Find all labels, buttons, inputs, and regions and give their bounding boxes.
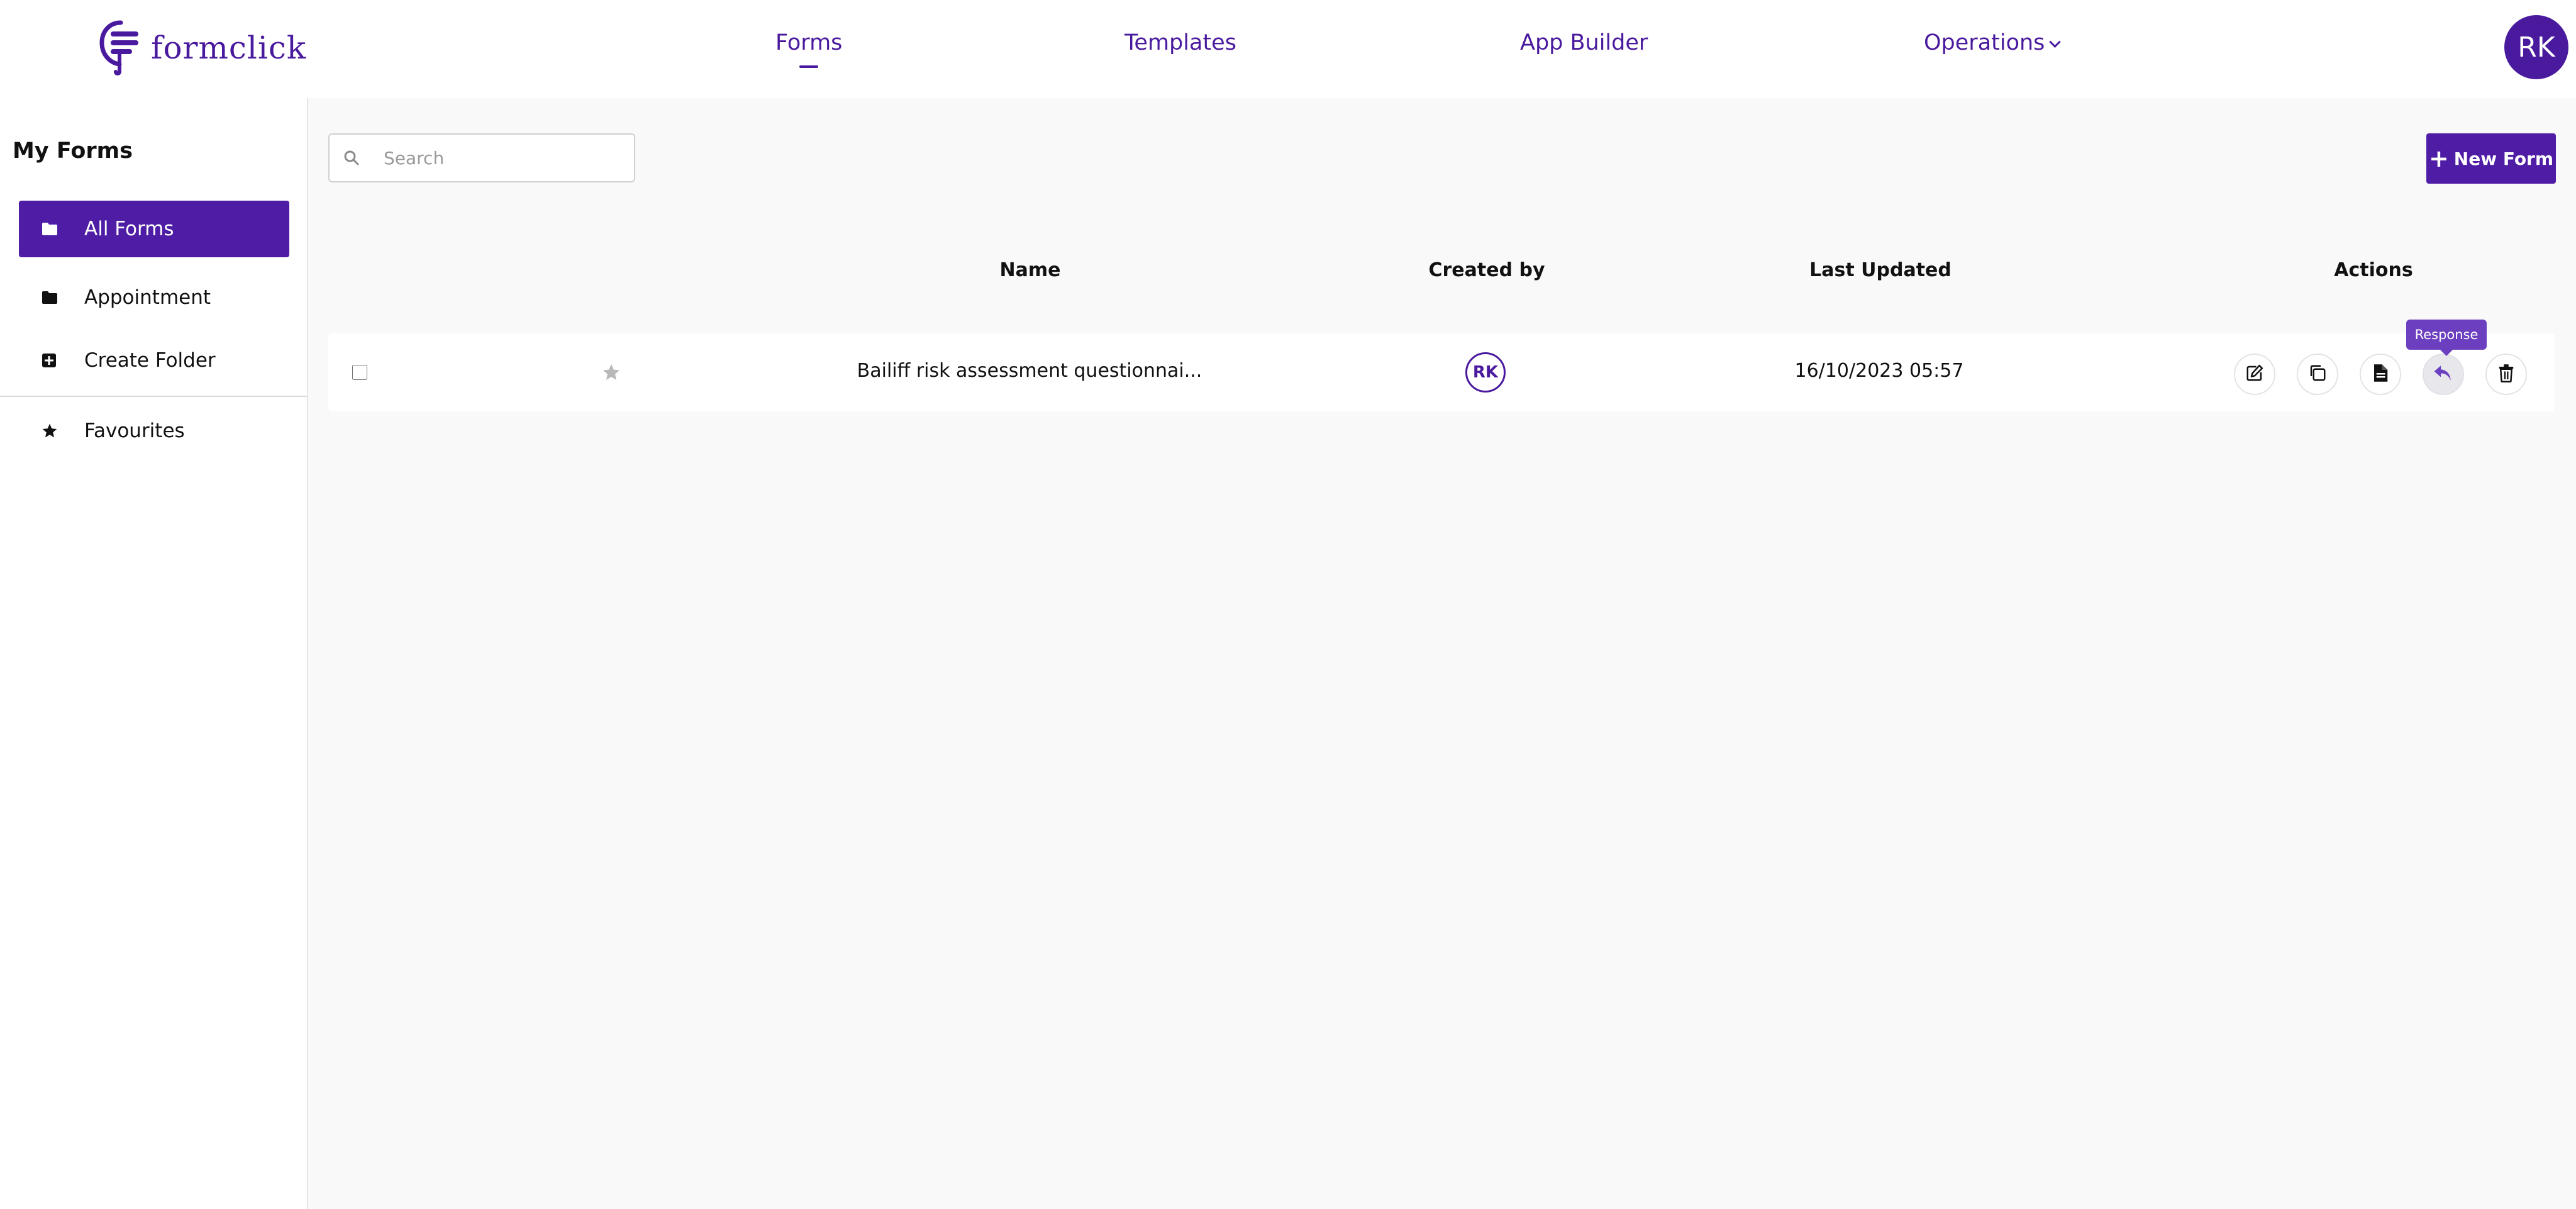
favourite-star-icon[interactable] [599,360,624,385]
edit-button[interactable] [2234,354,2275,395]
column-header-name: Name [999,259,1061,281]
folder-icon [42,222,79,236]
nav-templates[interactable]: Templates [1124,30,1236,65]
sidebar-item-favourites[interactable]: Favourites [19,403,289,459]
copy-icon [2308,364,2327,385]
column-header-last-updated: Last Updated [1809,259,1951,281]
folder-icon [42,291,79,304]
plus-icon: + [2428,145,2449,172]
nav-forms[interactable]: Forms [775,30,842,65]
column-header-actions: Actions [2334,259,2413,281]
delete-button[interactable] [2485,354,2527,395]
trash-icon [2497,364,2515,385]
new-form-button[interactable]: + New Form [2426,133,2556,184]
nav-operations[interactable]: Operations [1924,30,2062,65]
document-button[interactable] [2360,354,2401,395]
sidebar-item-label: Create Folder [84,349,216,372]
sidebar-item-appointment[interactable]: Appointment [19,269,289,326]
plus-square-icon [42,353,79,368]
row-checkbox[interactable] [352,365,367,380]
search-box[interactable] [328,133,635,182]
form-name[interactable]: Bailiff risk assessment questionnai... [857,360,1202,382]
last-updated-value: 16/10/2023 05:57 [1794,360,1964,382]
sidebar: My Forms All Forms Appointment Create Fo… [0,98,308,1209]
star-icon [42,423,79,439]
chevron-down-icon [2049,36,2062,48]
sidebar-title: My Forms [13,138,133,164]
reply-icon [2433,364,2454,385]
sidebar-item-label: Favourites [84,420,185,442]
nav-operations-label: Operations [1924,30,2045,55]
column-header-created-by: Created by [1428,259,1545,281]
search-input[interactable] [382,147,624,169]
table-row[interactable]: Bailiff risk assessment questionnai... R… [328,333,2555,411]
formclick-logo-icon [99,20,138,75]
user-avatar[interactable]: RK [2504,15,2568,79]
logo[interactable]: formclick [97,18,306,78]
sidebar-item-create-folder[interactable]: Create Folder [19,332,289,389]
search-icon [343,150,369,166]
new-form-label: New Form [2453,148,2554,169]
top-header: formclick Forms Templates App Builder Op… [0,0,2576,98]
creator-avatar: RK [1465,352,1506,393]
response-button[interactable] [2423,354,2464,395]
sidebar-divider [0,396,307,397]
sidebar-item-label: All Forms [84,218,174,240]
edit-icon [2245,364,2264,385]
sidebar-item-label: Appointment [84,286,211,309]
nav-app-builder[interactable]: App Builder [1520,30,1648,65]
main-content: + New Form Name Created by Last Updated … [308,98,2576,1209]
response-tooltip: Response [2406,320,2487,350]
logo-text: formclick [151,30,307,66]
sidebar-item-all-forms[interactable]: All Forms [19,201,289,257]
duplicate-button[interactable] [2297,354,2338,395]
document-icon [2372,364,2389,385]
